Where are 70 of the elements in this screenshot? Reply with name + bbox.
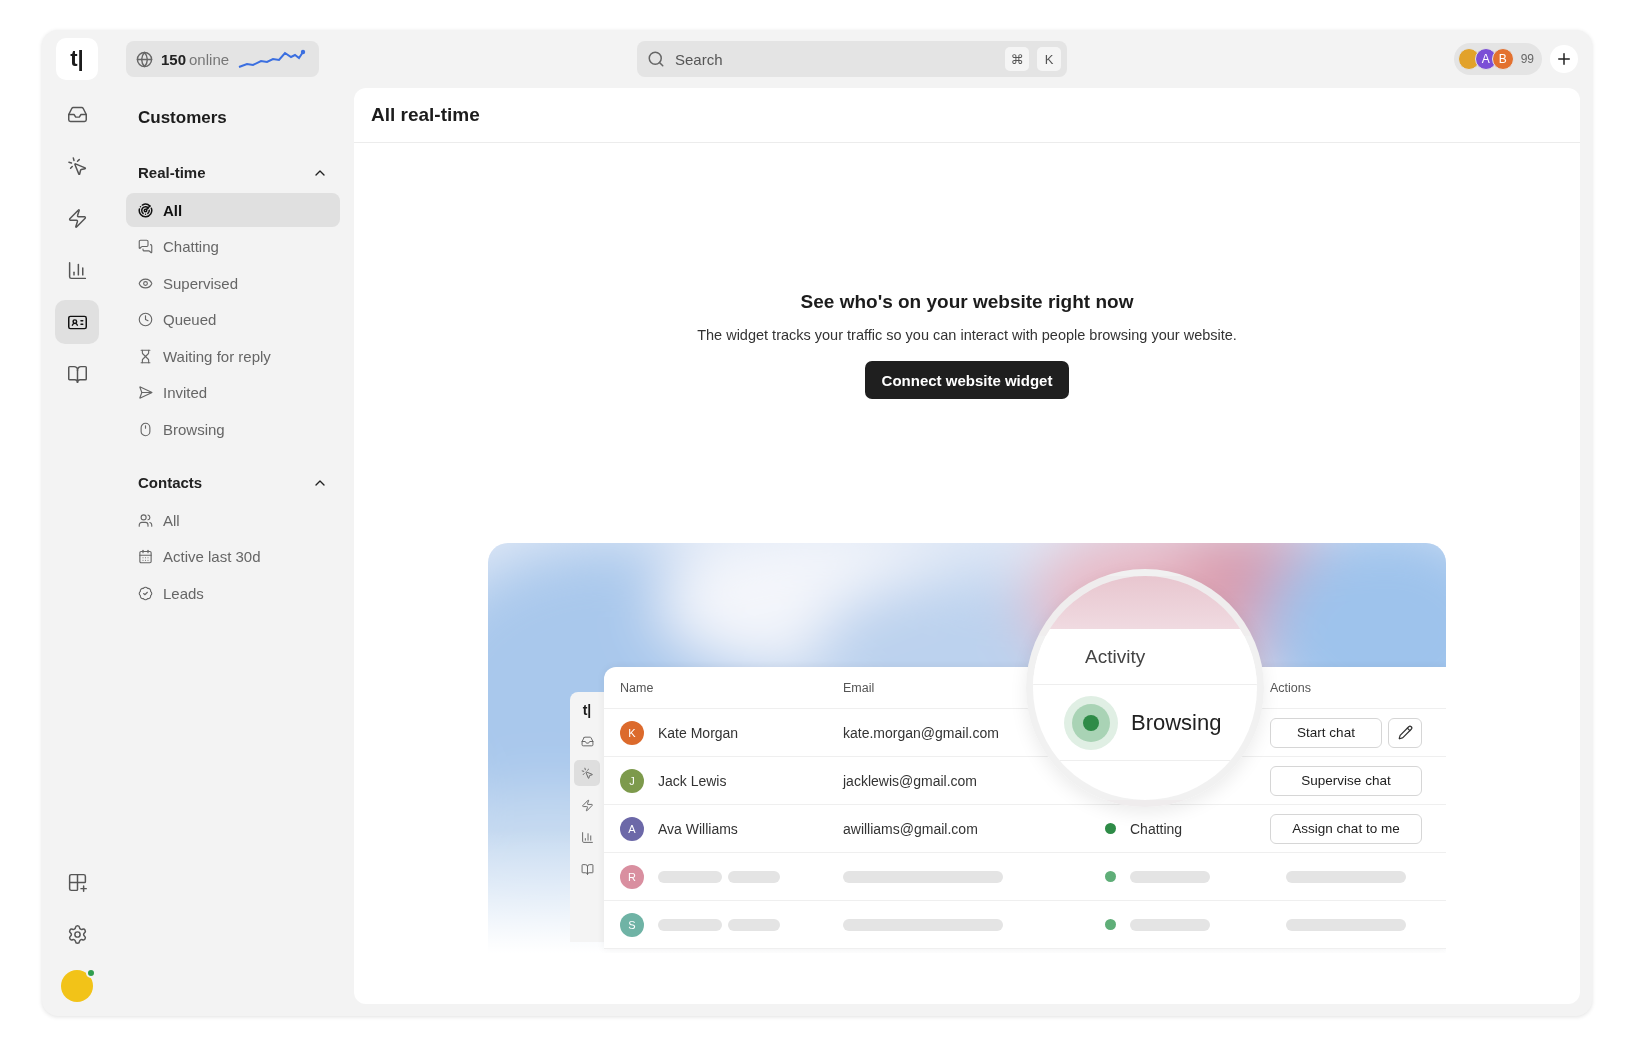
mouse-icon: [138, 421, 153, 437]
action-button[interactable]: Assign chat to me: [1270, 813, 1422, 844]
contact-name: Jack Lewis: [658, 772, 727, 789]
contact-avatar: S: [620, 912, 644, 937]
sidebar-title: Customers: [137, 108, 228, 128]
contact-name: Ava Williams: [658, 820, 738, 837]
online-label: online: [189, 50, 230, 68]
edit-icon[interactable]: [1388, 717, 1422, 748]
skeleton-bar: [658, 870, 722, 883]
action-button[interactable]: Supervise chat: [1270, 765, 1422, 796]
online-visitors-pill[interactable]: 150 online: [126, 41, 320, 77]
sidebar-item[interactable]: Queued: [126, 302, 340, 337]
sidebar-item[interactable]: Supervised: [126, 266, 340, 300]
contact-name: Kate Morgan: [658, 724, 739, 741]
column-header: Name: [620, 680, 655, 695]
activity-status: Browsing: [1131, 709, 1222, 736]
section-header[interactable]: Real-time: [126, 164, 340, 181]
sidebar-item[interactable]: Leads: [126, 576, 340, 610]
user-avatar[interactable]: [61, 970, 93, 1002]
skeleton-bar: [728, 870, 780, 883]
avatar-count: 99: [1520, 52, 1534, 66]
sidebar-item[interactable]: Waiting for reply: [126, 339, 340, 373]
mini-logo: t|: [582, 701, 592, 720]
search-field[interactable]: Search: [673, 49, 997, 69]
online-count: 150: [161, 50, 187, 68]
contact-avatar: J: [620, 768, 644, 793]
search-icon: [647, 50, 665, 68]
add-icon[interactable]: [1550, 45, 1578, 73]
shortcut-key: K: [1037, 47, 1061, 71]
contact-email: kate.morgan@gmail.com: [843, 724, 1000, 741]
sparkline-icon: [237, 47, 308, 71]
skeleton-bar: [728, 918, 780, 931]
avatar: B: [1491, 48, 1514, 70]
send-icon: [138, 385, 153, 400]
shortcut-key: ⌘: [1005, 47, 1029, 71]
hourglass-icon: [138, 348, 153, 364]
skeleton-bar: [658, 918, 722, 931]
contact-email: awilliams@gmail.com: [843, 820, 979, 837]
activity-status: Chatting: [1130, 820, 1183, 837]
page-title: All real-time: [354, 88, 1580, 143]
sidebar-item[interactable]: Chatting: [126, 229, 340, 264]
team-avatars[interactable]: A B 99: [1453, 43, 1542, 75]
globe-icon: [136, 50, 153, 68]
column-header: Activity: [1033, 629, 1257, 685]
sidebar-item[interactable]: Browsing: [126, 412, 340, 446]
clock-icon: [138, 312, 153, 327]
nav-icon[interactable]: [55, 300, 99, 344]
column-header: Actions: [1270, 680, 1312, 695]
section-header[interactable]: Contacts: [126, 474, 340, 491]
contact-avatar: R: [620, 864, 644, 889]
action-button[interactable]: Start chat: [1270, 717, 1382, 748]
contact-email: jacklewis@gmail.com: [843, 772, 979, 789]
sidebar-item[interactable]: Active last 30d: [126, 539, 340, 574]
column-header: Email: [843, 680, 876, 695]
sidebar-item[interactable]: All: [126, 193, 340, 227]
search-bar[interactable]: Search ⌘ K: [637, 41, 1067, 77]
empty-state-title: See who's on your website right now: [800, 291, 1134, 313]
eye-icon: [138, 275, 153, 291]
sidebar-item[interactable]: Invited: [126, 375, 340, 410]
contact-avatar: A: [620, 816, 644, 841]
connect-widget-button[interactable]: Connect website widget: [864, 361, 1070, 399]
users-icon: [138, 512, 153, 528]
calendar-icon: [138, 549, 153, 564]
sidebar-item[interactable]: All: [126, 503, 340, 537]
radar-icon: [138, 202, 153, 218]
app-logo[interactable]: t|: [56, 38, 98, 80]
contact-avatar: K: [620, 720, 644, 745]
chat-icon: [138, 239, 153, 254]
badge-check-icon: [138, 585, 153, 601]
empty-state-text: The widget tracks your traffic so you can interact with people browsing your website.: [697, 327, 1237, 343]
